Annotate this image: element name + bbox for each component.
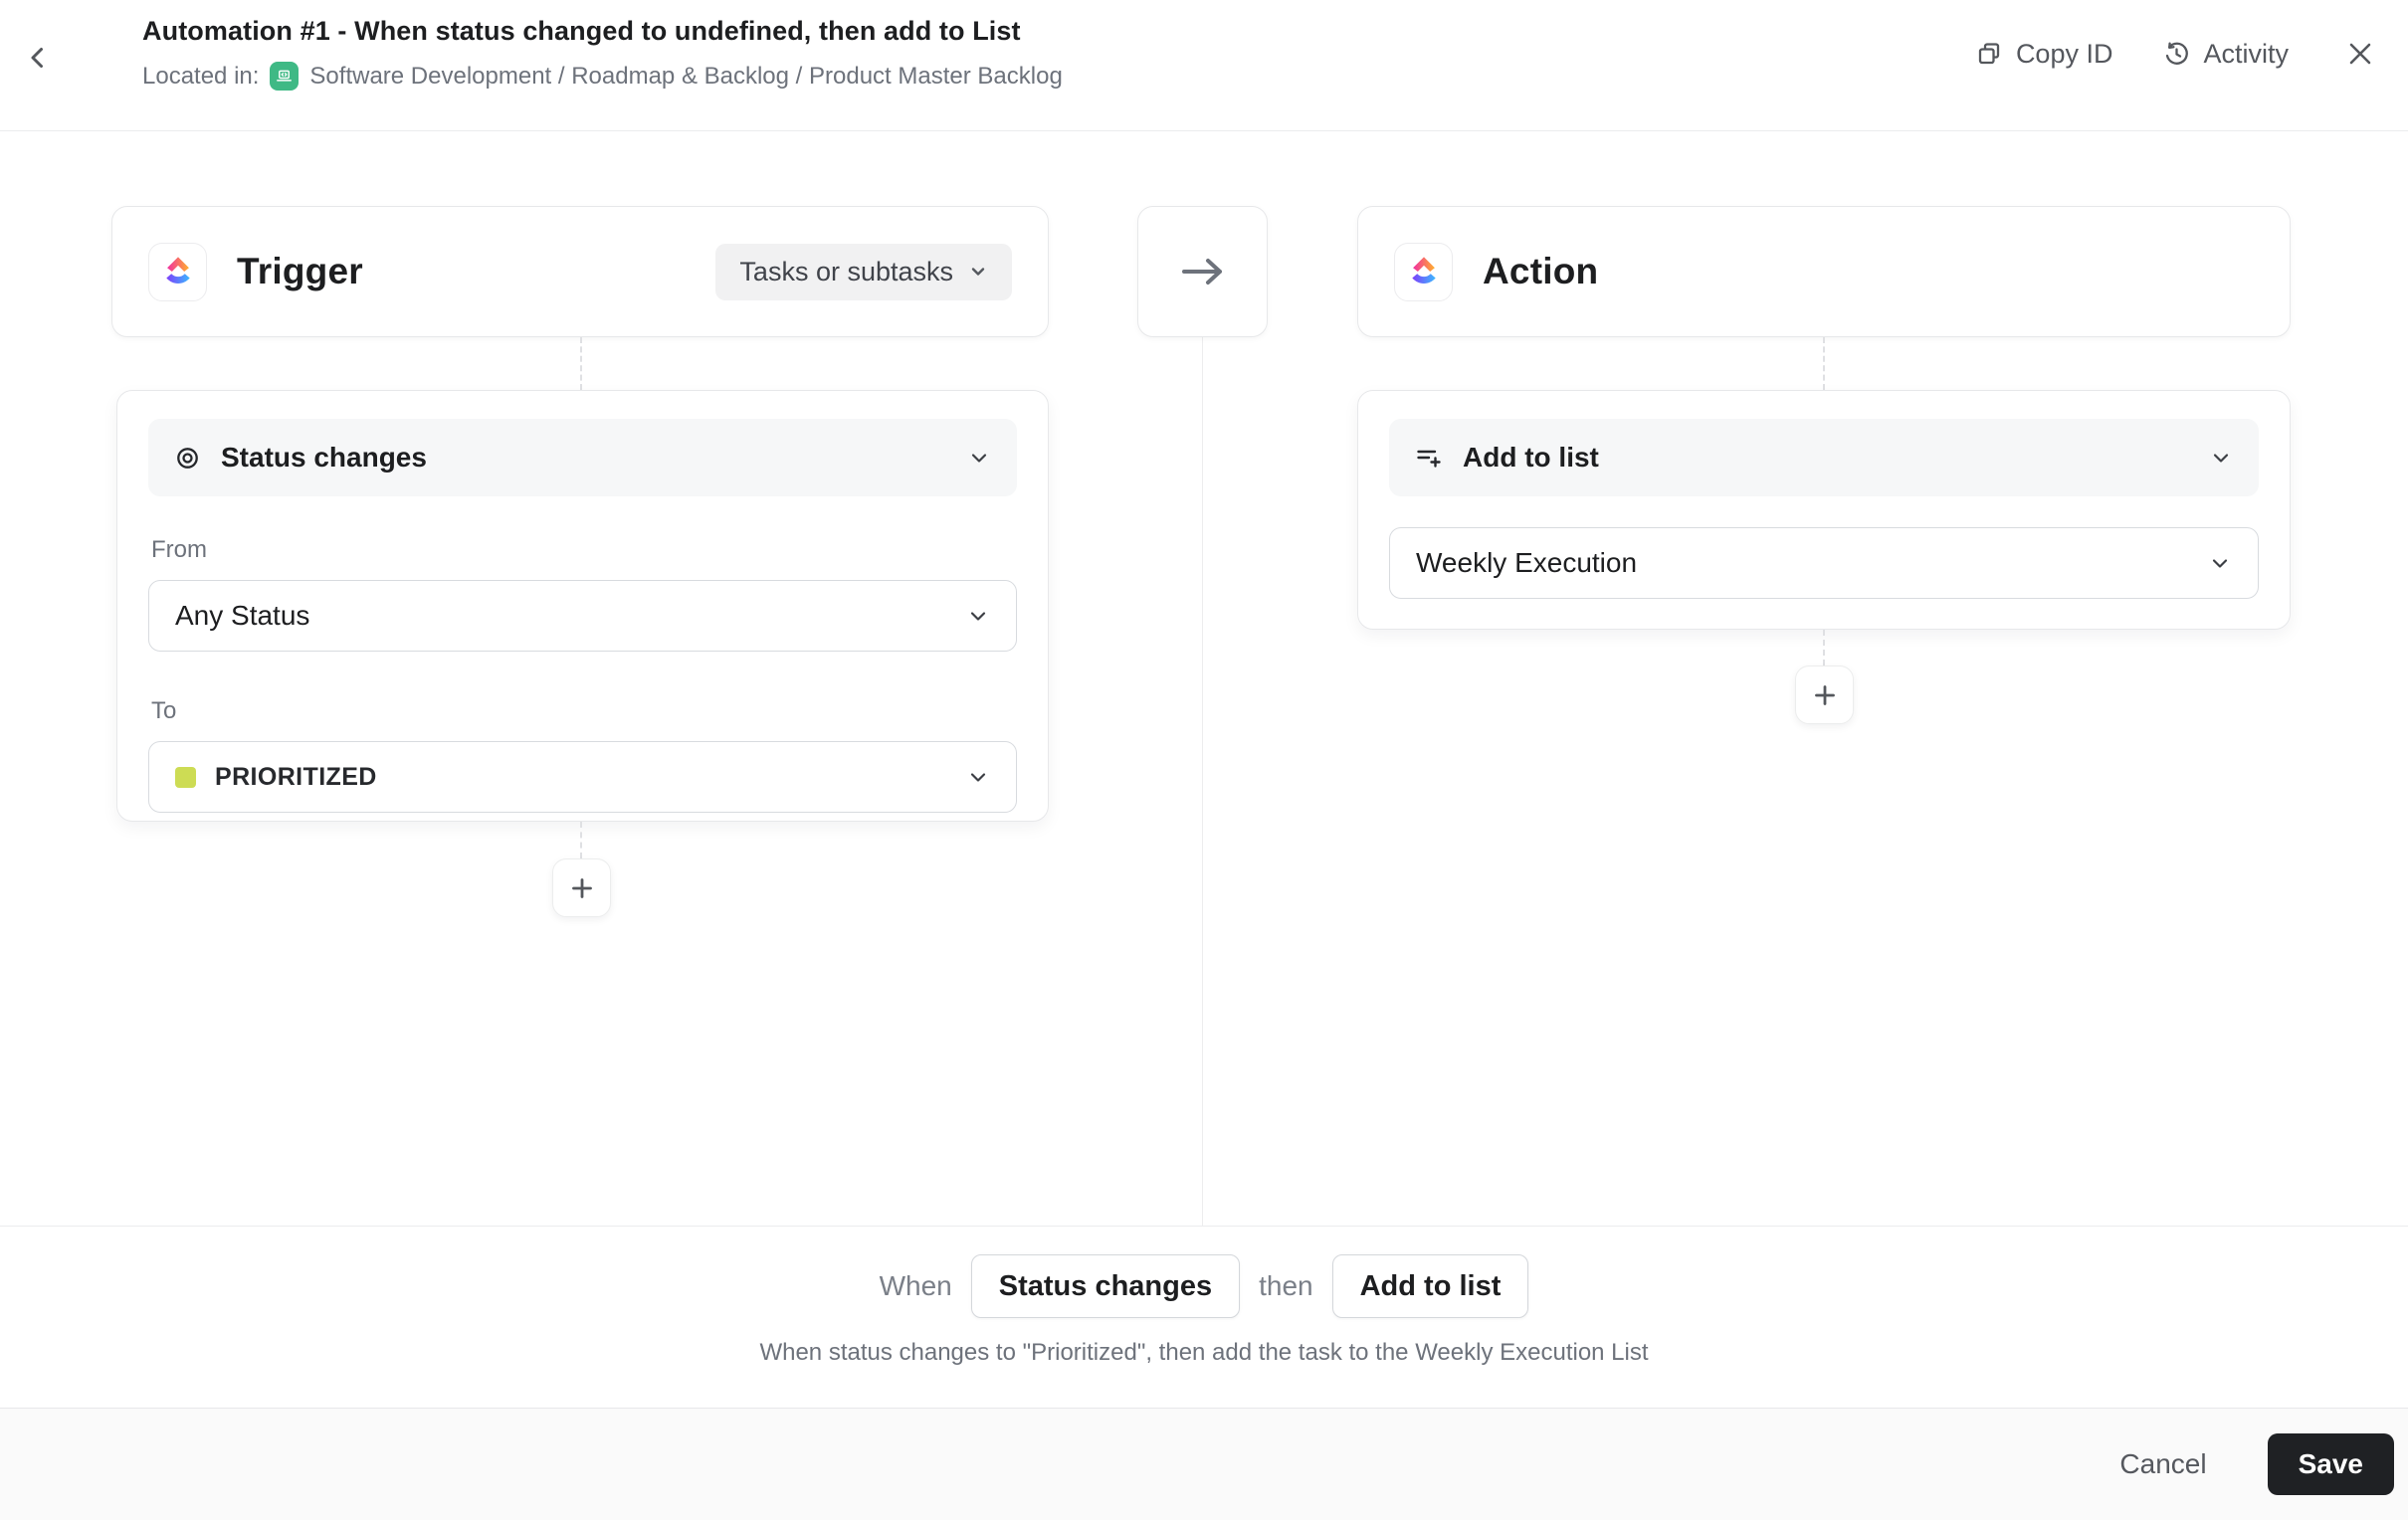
trigger-condition-value: Status changes bbox=[221, 442, 427, 474]
when-label: When bbox=[880, 1270, 952, 1302]
chevron-down-icon bbox=[966, 604, 990, 628]
action-type-value: Add to list bbox=[1463, 442, 1599, 474]
clickup-logo-icon bbox=[1394, 243, 1453, 301]
chevron-down-icon bbox=[967, 446, 991, 470]
trigger-to-action-card bbox=[1137, 206, 1268, 337]
automation-title: Automation #1 - When status changed to u… bbox=[142, 16, 1063, 47]
chevron-down-icon bbox=[966, 765, 990, 789]
to-status-value: PRIORITIZED bbox=[215, 763, 377, 792]
target-icon bbox=[174, 445, 201, 472]
trigger-plus-connector-line bbox=[580, 822, 582, 858]
status-color-swatch bbox=[175, 767, 196, 788]
action-card-title: Action bbox=[1483, 251, 1598, 292]
plus-icon bbox=[1811, 681, 1839, 709]
trigger-condition-dropdown[interactable]: Status changes bbox=[148, 419, 1017, 496]
summary-description: When status changes to "Prioritized", th… bbox=[0, 1339, 2408, 1367]
action-card: Action bbox=[1357, 206, 2291, 337]
to-status-dropdown[interactable]: PRIORITIZED bbox=[148, 741, 1017, 813]
breadcrumb-path: Software Development / Roadmap & Backlog… bbox=[309, 63, 1062, 91]
summary-trigger-chip[interactable]: Status changes bbox=[971, 1254, 1240, 1318]
trigger-card: Trigger Tasks or subtasks bbox=[111, 206, 1049, 337]
summary-action-chip-label: Add to list bbox=[1360, 1270, 1502, 1303]
trigger-card-title: Trigger bbox=[237, 251, 363, 292]
modal-footer: Cancel Save bbox=[0, 1408, 2408, 1520]
cancel-button[interactable]: Cancel bbox=[2106, 1438, 2220, 1490]
modal-header: Automation #1 - When status changed to u… bbox=[0, 0, 2408, 131]
save-button[interactable]: Save bbox=[2268, 1433, 2394, 1495]
clickup-logo-icon bbox=[148, 243, 207, 301]
activity-label: Activity bbox=[2203, 39, 2289, 70]
target-list-value: Weekly Execution bbox=[1416, 547, 1637, 579]
chevron-down-icon bbox=[968, 262, 988, 282]
scope-value: Tasks or subtasks bbox=[739, 257, 953, 287]
copy-id-label: Copy ID bbox=[2016, 39, 2113, 70]
summary-trigger-chip-label: Status changes bbox=[999, 1270, 1212, 1303]
activity-button[interactable]: Activity bbox=[2162, 39, 2289, 70]
close-icon bbox=[2345, 39, 2375, 69]
chevron-left-icon bbox=[24, 44, 52, 72]
add-trigger-condition-button[interactable] bbox=[552, 858, 611, 917]
plus-icon bbox=[568, 874, 596, 902]
then-label: then bbox=[1259, 1270, 1313, 1302]
automation-editor-modal: Automation #1 - When status changed to u… bbox=[0, 0, 2408, 1520]
canvas-divider bbox=[1202, 337, 1203, 1226]
chevron-down-icon bbox=[2209, 446, 2233, 470]
chevron-down-icon bbox=[2208, 551, 2232, 575]
trigger-scope-dropdown[interactable]: Tasks or subtasks bbox=[715, 244, 1012, 300]
located-in-label: Located in: bbox=[142, 63, 259, 91]
action-plus-connector-line bbox=[1823, 630, 1825, 665]
target-list-dropdown[interactable]: Weekly Execution bbox=[1389, 527, 2259, 599]
history-clock-icon bbox=[2162, 40, 2190, 68]
copy-id-button[interactable]: Copy ID bbox=[1975, 39, 2113, 70]
add-action-button[interactable] bbox=[1795, 665, 1854, 724]
breadcrumb: Located in: Software Development / Roadm… bbox=[142, 62, 1063, 91]
list-add-icon bbox=[1415, 444, 1443, 472]
summary-action-chip[interactable]: Add to list bbox=[1332, 1254, 1529, 1318]
action-type-dropdown[interactable]: Add to list bbox=[1389, 419, 2259, 496]
space-icon bbox=[270, 62, 299, 91]
close-button[interactable] bbox=[2338, 32, 2382, 76]
action-connector-line bbox=[1823, 337, 1825, 390]
back-button[interactable] bbox=[16, 36, 60, 80]
from-status-dropdown[interactable]: Any Status bbox=[148, 580, 1017, 652]
trigger-connector-line bbox=[580, 337, 582, 390]
from-label: From bbox=[151, 536, 1017, 564]
arrow-right-icon bbox=[1178, 256, 1228, 287]
copy-icon bbox=[1975, 40, 2003, 68]
to-label: To bbox=[151, 697, 1017, 725]
automation-canvas: Trigger Tasks or subtasks Status changes bbox=[0, 131, 2408, 1226]
trigger-config-card: Status changes From Any Status To PRIORI… bbox=[116, 390, 1049, 822]
action-config-card: Add to list Weekly Execution bbox=[1357, 390, 2291, 630]
automation-summary: When Status changes then Add to list Whe… bbox=[0, 1226, 2408, 1408]
from-status-value: Any Status bbox=[175, 600, 309, 632]
